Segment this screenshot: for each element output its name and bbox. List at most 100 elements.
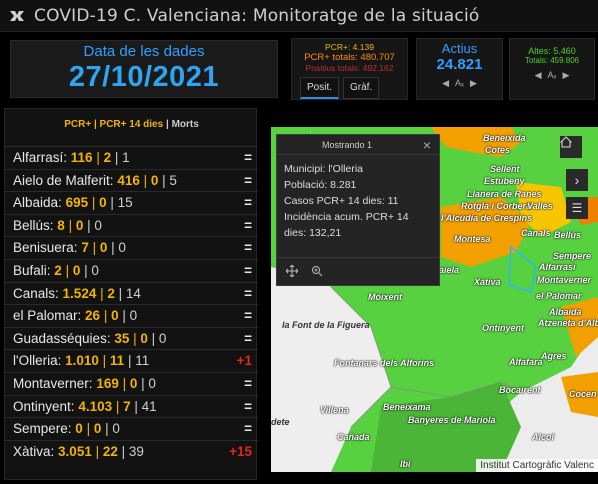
- altes-count: Altes: 5.460: [528, 46, 576, 56]
- popup-incidencia-2: dies: 132,21: [284, 227, 342, 239]
- list-item[interactable]: l'Olleria: 1.010 | 11 | 11 +1: [5, 349, 258, 372]
- actius-label: Actius: [441, 41, 478, 56]
- trend-indicator: +15: [229, 443, 252, 459]
- deaths: 14: [125, 285, 141, 301]
- municipality-name: Bellús: [13, 217, 50, 233]
- pcr-cases: 416: [117, 172, 140, 188]
- feature-popup[interactable]: Mostrando 1 × Municipi: l'Olleria Poblac…: [276, 134, 440, 286]
- popup-incidencia-1: Incidència acum. PCR+ 14: [284, 211, 409, 223]
- app-logo-icon: [6, 5, 28, 27]
- deaths: 39: [128, 443, 144, 459]
- trend-indicator: =: [244, 375, 252, 391]
- list-item[interactable]: Canals: 1.524 | 2 | 14 =: [5, 281, 258, 305]
- pcr-14-days: 0: [99, 195, 107, 211]
- prev-arrow-icon[interactable]: ◀: [442, 78, 449, 89]
- deaths: 0: [148, 375, 156, 391]
- trend-indicator: =: [244, 240, 252, 256]
- pcr-cases: 0: [75, 421, 83, 437]
- pcr-cases: 695: [65, 195, 89, 211]
- trend-indicator: =: [244, 330, 252, 346]
- municipality-name: Aielo de Malferit: [13, 172, 110, 188]
- next-arrow-icon[interactable]: ▶: [562, 70, 569, 81]
- pcr-cases: 7: [81, 240, 89, 256]
- municipality-name: Guadasséquies: [13, 330, 107, 346]
- municipality-list: Alfarrasí: 116 | 2 | 1 = Aielo de Malferit…: [5, 146, 258, 462]
- map-attribution: Institut Cartogràfic Valenc: [476, 459, 598, 472]
- date-value: 27/10/2021: [68, 61, 220, 93]
- pcr-panel: PCR+: 4.139 PCR+ totals: 480.707 Positiu…: [291, 38, 408, 100]
- list-item[interactable]: el Palomar: 26 | 0 | 0 =: [5, 304, 258, 327]
- list-item[interactable]: Xàtiva: 3.051 | 22 | 39 +15: [5, 439, 258, 463]
- municipality-name: Ontinyent: [13, 398, 71, 414]
- altes-total: Totals: 459.806: [524, 56, 580, 65]
- popup-poblacio: Població: 8.281: [284, 179, 357, 191]
- popup-title: Mostrando 1: [321, 140, 373, 150]
- pcr-cases: 35: [114, 330, 130, 346]
- pcr-cases: 169: [96, 375, 119, 391]
- pcr-cases: 2: [54, 262, 62, 278]
- list-item[interactable]: Sempere: 0 | 0 | 0 =: [5, 417, 258, 440]
- municipality-name: el Palomar: [13, 308, 78, 324]
- municipality-name: Sempere: [13, 421, 68, 437]
- list-header: PCR+ | PCR+ 14 dies | Morts: [64, 119, 199, 130]
- trend-indicator: =: [244, 421, 252, 437]
- list-item[interactable]: Bellús: 8 | 0 | 0 =: [5, 213, 258, 237]
- tab-grafic[interactable]: Gràf.: [343, 77, 380, 99]
- trend-indicator: +1: [236, 353, 252, 369]
- list-item[interactable]: Ontinyent: 4.103 | 7 | 41 =: [5, 394, 258, 418]
- next-arrow-icon[interactable]: ▶: [470, 78, 477, 89]
- altes-panel: Altes: 5.460 Totals: 459.806 ◀ Aₓ ▶: [509, 38, 595, 100]
- deaths: 0: [94, 217, 102, 233]
- app-title: COVID-19 C. Valenciana: Monitoratge de l…: [34, 5, 480, 26]
- pcr-cases: 26: [85, 308, 101, 324]
- pcr-cases: 1.010: [65, 353, 99, 369]
- map-home-button[interactable]: [560, 136, 582, 158]
- map-zoom-button[interactable]: ›: [566, 169, 588, 191]
- municipality-name: l'Olleria: [13, 353, 58, 369]
- popup-casos: Casos PCR+ 14 dies: 11: [284, 195, 399, 207]
- pcr-14-days: 0: [111, 308, 119, 324]
- municipality-name: Canals: [13, 285, 56, 301]
- list-item[interactable]: Montaverner: 169 | 0 | 0 =: [5, 371, 258, 395]
- pcr-cases: 3.051: [58, 443, 92, 459]
- list-item[interactable]: Aielo de Malferit: 416 | 0 | 5 =: [5, 168, 258, 192]
- deaths: 5: [169, 172, 177, 188]
- municipality-list-panel: PCR+ | PCR+ 14 dies | Morts Alfarrasí: 1…: [4, 108, 258, 480]
- deaths: 1: [122, 150, 130, 165]
- tab-positius[interactable]: Posit.: [300, 77, 340, 99]
- deaths: 15: [117, 195, 133, 211]
- pcr-14-days: 7: [123, 398, 131, 414]
- trend-indicator: =: [244, 150, 252, 165]
- list-item[interactable]: Alfarrasí: 116 | 2 | 1 =: [5, 146, 258, 169]
- trend-indicator: =: [244, 172, 252, 188]
- pcr-14-days: 11: [109, 353, 125, 369]
- list-item[interactable]: Guadasséquies: 35 | 0 | 0 =: [5, 326, 258, 350]
- deaths: 0: [112, 421, 120, 437]
- nav-label: Aₓ: [455, 78, 464, 88]
- zoom-to-icon[interactable]: [311, 264, 323, 282]
- trend-indicator: =: [244, 285, 252, 301]
- municipality-name: Montaverner: [13, 375, 89, 391]
- pcr-cases: 8: [57, 217, 65, 233]
- pcr-14-days: 22: [102, 443, 118, 459]
- deaths: 0: [129, 308, 138, 324]
- pcr-cases: 4.103: [78, 398, 113, 414]
- trend-indicator: =: [244, 398, 252, 414]
- trend-indicator: =: [244, 262, 252, 278]
- pcr-cases: 116: [70, 150, 93, 165]
- deaths: 11: [135, 353, 150, 369]
- actius-panel: Actius 24.821 ◀ Aₓ ▶: [416, 38, 503, 100]
- municipality-name: Albaida: [13, 195, 59, 211]
- pan-icon[interactable]: [285, 264, 299, 282]
- close-icon[interactable]: ×: [423, 137, 431, 153]
- positives-total: Positius totals: 492.162: [305, 63, 394, 73]
- list-item[interactable]: Benisuera: 7 | 0 | 0 =: [5, 236, 258, 259]
- date-panel: Data de les dades 27/10/2021: [10, 40, 278, 98]
- map-list-button[interactable]: ☰: [566, 197, 588, 219]
- list-item[interactable]: Bufali: 2 | 0 | 0 =: [5, 258, 258, 282]
- list-item[interactable]: Albaida: 695 | 0 | 15 =: [5, 191, 258, 214]
- prev-arrow-icon[interactable]: ◀: [535, 70, 542, 81]
- trend-indicator: =: [244, 195, 252, 211]
- app-header: COVID-19 C. Valenciana: Monitoratge de l…: [0, 0, 598, 32]
- trend-indicator: =: [244, 308, 252, 324]
